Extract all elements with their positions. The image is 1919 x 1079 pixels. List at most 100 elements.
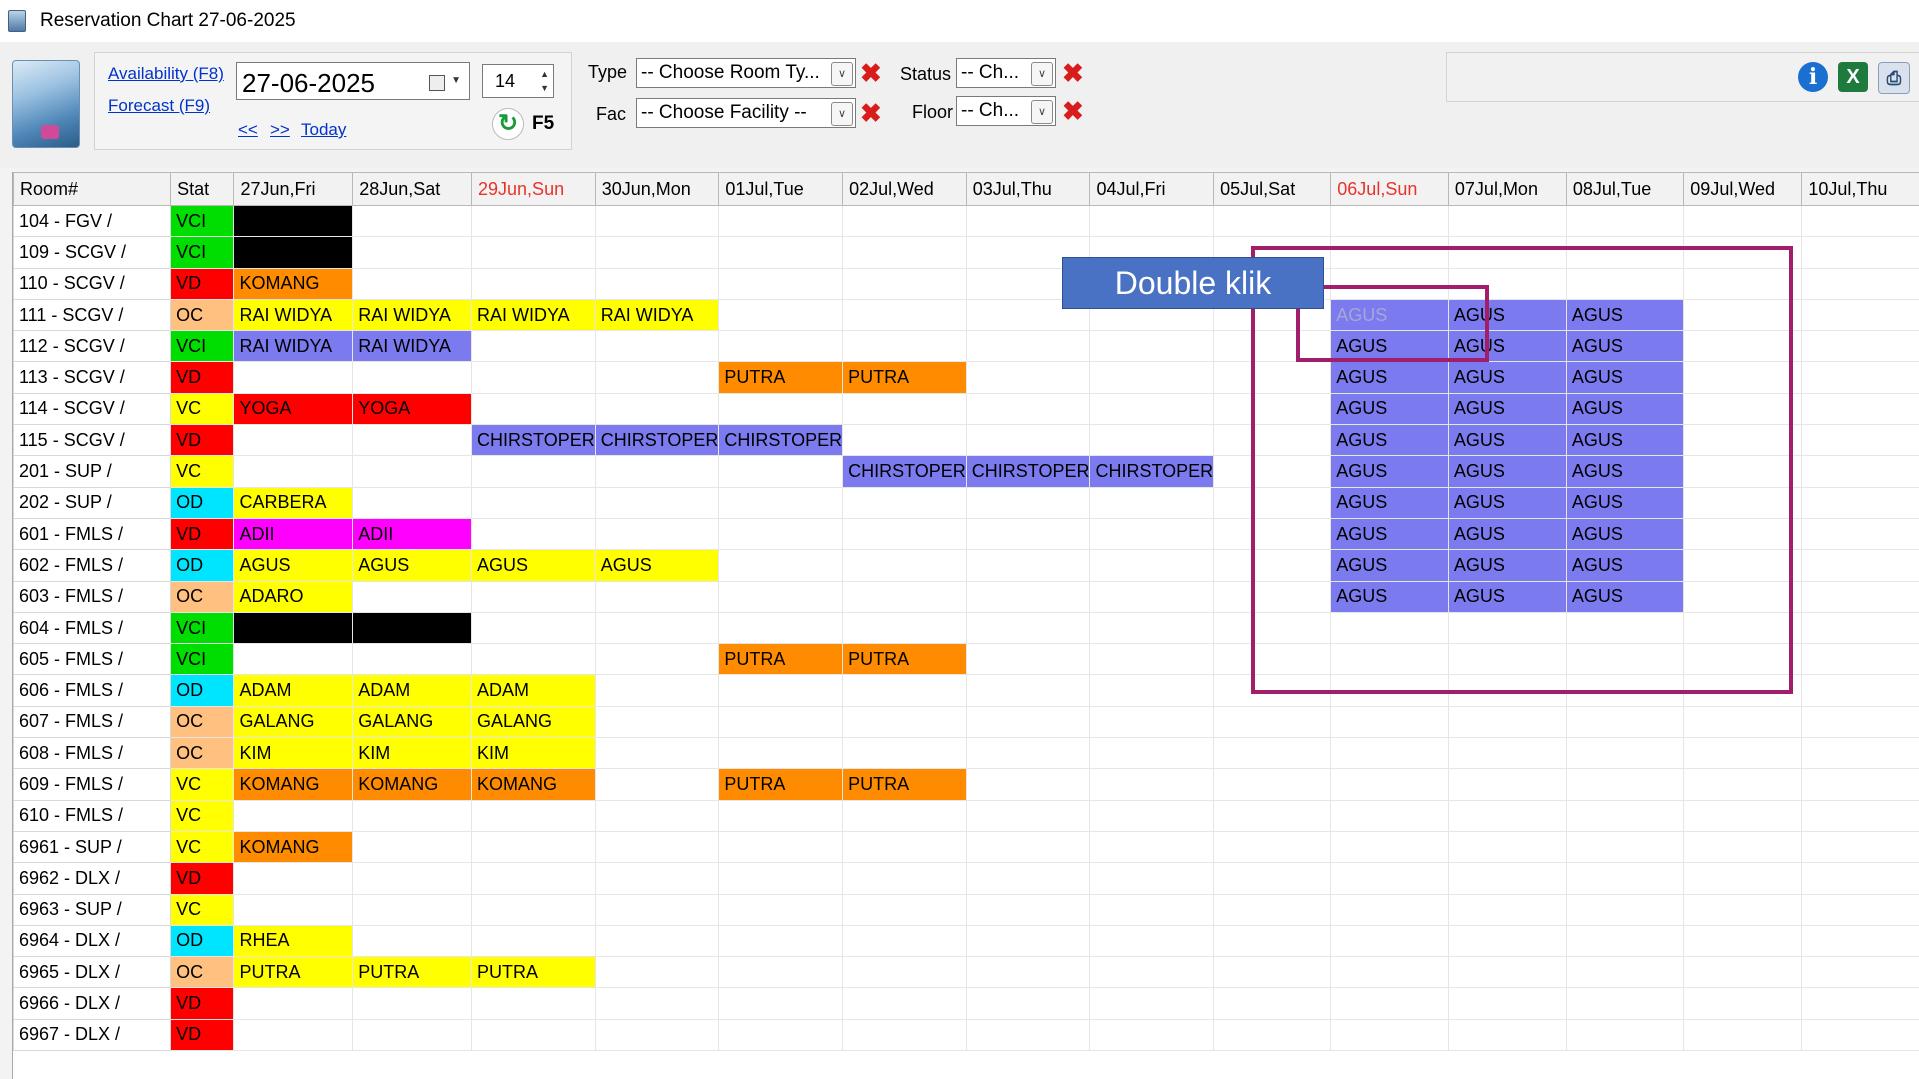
empty-cell[interactable] [842,392,967,426]
col-header-date[interactable]: 05Jul,Sat [1213,172,1332,206]
empty-cell[interactable] [1213,862,1332,895]
empty-cell[interactable] [718,298,844,332]
booking-cell[interactable]: ADAM [471,674,596,707]
empty-cell[interactable] [594,737,720,770]
empty-cell[interactable] [1565,768,1685,801]
empty-cell[interactable] [842,330,967,363]
booking-cell[interactable]: CHIRSTOPER [1089,455,1215,488]
empty-cell[interactable] [965,204,1091,238]
empty-cell[interactable] [594,267,720,300]
room-cell[interactable]: 202 - SUP / [13,486,172,519]
col-header-date[interactable]: 10Jul,Thu [1801,172,1919,206]
empty-cell[interactable] [352,987,473,1020]
empty-cell[interactable] [965,924,1091,958]
empty-cell[interactable] [594,236,720,269]
empty-cell[interactable] [594,956,720,989]
empty-cell[interactable] [965,424,1091,457]
col-header-date[interactable]: 30Jun,Mon [594,172,720,206]
booking-cell[interactable]: GALANG [471,705,596,739]
chevron-down-icon[interactable]: ∨ [831,102,853,126]
empty-cell[interactable] [965,799,1091,832]
empty-cell[interactable] [594,768,720,801]
calendar-icon[interactable] [429,75,445,91]
empty-cell[interactable] [471,361,596,394]
room-cell[interactable]: 115 - SCGV / [13,424,172,457]
booking-cell[interactable] [233,204,354,238]
status-select[interactable]: -- Ch... ∨ [956,58,1056,88]
empty-cell[interactable] [842,298,967,332]
empty-cell[interactable] [1330,204,1449,238]
empty-cell[interactable] [842,924,967,958]
empty-cell[interactable] [1447,737,1567,770]
empty-cell[interactable] [1447,830,1567,864]
empty-cell[interactable] [1565,862,1685,895]
info-icon[interactable]: i [1798,62,1828,92]
empty-cell[interactable] [1089,204,1215,238]
room-cell[interactable]: 6963 - SUP / [13,893,172,926]
booking-cell[interactable]: RAI WIDYA [471,298,596,332]
empty-cell[interactable] [842,1018,967,1052]
empty-cell[interactable] [842,705,967,739]
previous-link[interactable]: << [238,120,258,140]
empty-cell[interactable] [594,517,720,551]
booking-cell[interactable]: AGUS [352,549,473,582]
empty-cell[interactable] [471,1018,596,1052]
empty-cell[interactable] [1089,799,1215,832]
empty-cell[interactable] [1683,1018,1803,1052]
col-header-date[interactable]: 28Jun,Sat [352,172,473,206]
empty-cell[interactable] [842,830,967,864]
empty-cell[interactable] [965,737,1091,770]
empty-cell[interactable] [352,236,473,269]
empty-cell[interactable] [1447,705,1567,739]
chevron-down-icon[interactable]: ∨ [1031,100,1053,124]
empty-cell[interactable] [965,862,1091,895]
empty-cell[interactable] [842,236,967,269]
booking-cell[interactable]: PUTRA [233,956,354,989]
empty-cell[interactable] [1801,330,1919,363]
empty-cell[interactable] [718,517,844,551]
empty-cell[interactable] [842,799,967,832]
booking-cell[interactable]: KOMANG [233,768,354,801]
empty-cell[interactable] [965,330,1091,363]
empty-cell[interactable] [1801,361,1919,394]
empty-cell[interactable] [1447,893,1567,926]
empty-cell[interactable] [1683,924,1803,958]
empty-cell[interactable] [1565,830,1685,864]
empty-cell[interactable] [1089,893,1215,926]
booking-cell[interactable]: RAI WIDYA [352,330,473,363]
date-picker[interactable]: 27-06-2025 ▼ [236,62,470,100]
room-cell[interactable]: 608 - FMLS / [13,737,172,770]
empty-cell[interactable] [718,611,844,645]
empty-cell[interactable] [718,956,844,989]
empty-cell[interactable] [1089,392,1215,426]
empty-cell[interactable] [718,862,844,895]
booking-cell[interactable]: CHIRSTOPER [594,424,720,457]
booking-cell[interactable] [233,611,354,645]
clear-status-icon[interactable]: ✖ [1062,60,1084,86]
empty-cell[interactable] [471,330,596,363]
room-cell[interactable]: 114 - SCGV / [13,392,172,426]
booking-cell[interactable]: GALANG [352,705,473,739]
empty-cell[interactable] [594,361,720,394]
room-cell[interactable]: 606 - FMLS / [13,674,172,707]
room-cell[interactable]: 604 - FMLS / [13,611,172,645]
room-cell[interactable]: 109 - SCGV / [13,236,172,269]
empty-cell[interactable] [1801,611,1919,645]
empty-cell[interactable] [1330,893,1449,926]
empty-cell[interactable] [352,361,473,394]
booking-cell[interactable]: PUTRA [718,643,844,676]
empty-cell[interactable] [718,549,844,582]
empty-cell[interactable] [1801,674,1919,707]
empty-cell[interactable] [233,455,354,488]
clear-type-icon[interactable]: ✖ [860,60,882,86]
col-header-date[interactable]: 01Jul,Tue [718,172,844,206]
excel-icon[interactable]: X [1838,62,1868,92]
empty-cell[interactable] [1801,799,1919,832]
room-cell[interactable]: 110 - SCGV / [13,267,172,300]
booking-cell[interactable]: YOGA [233,392,354,426]
booking-cell[interactable]: KIM [233,737,354,770]
empty-cell[interactable] [1801,956,1919,989]
room-cell[interactable]: 201 - SUP / [13,455,172,488]
days-stepper[interactable]: 14 ▲ ▼ [482,64,554,98]
empty-cell[interactable] [1213,204,1332,238]
